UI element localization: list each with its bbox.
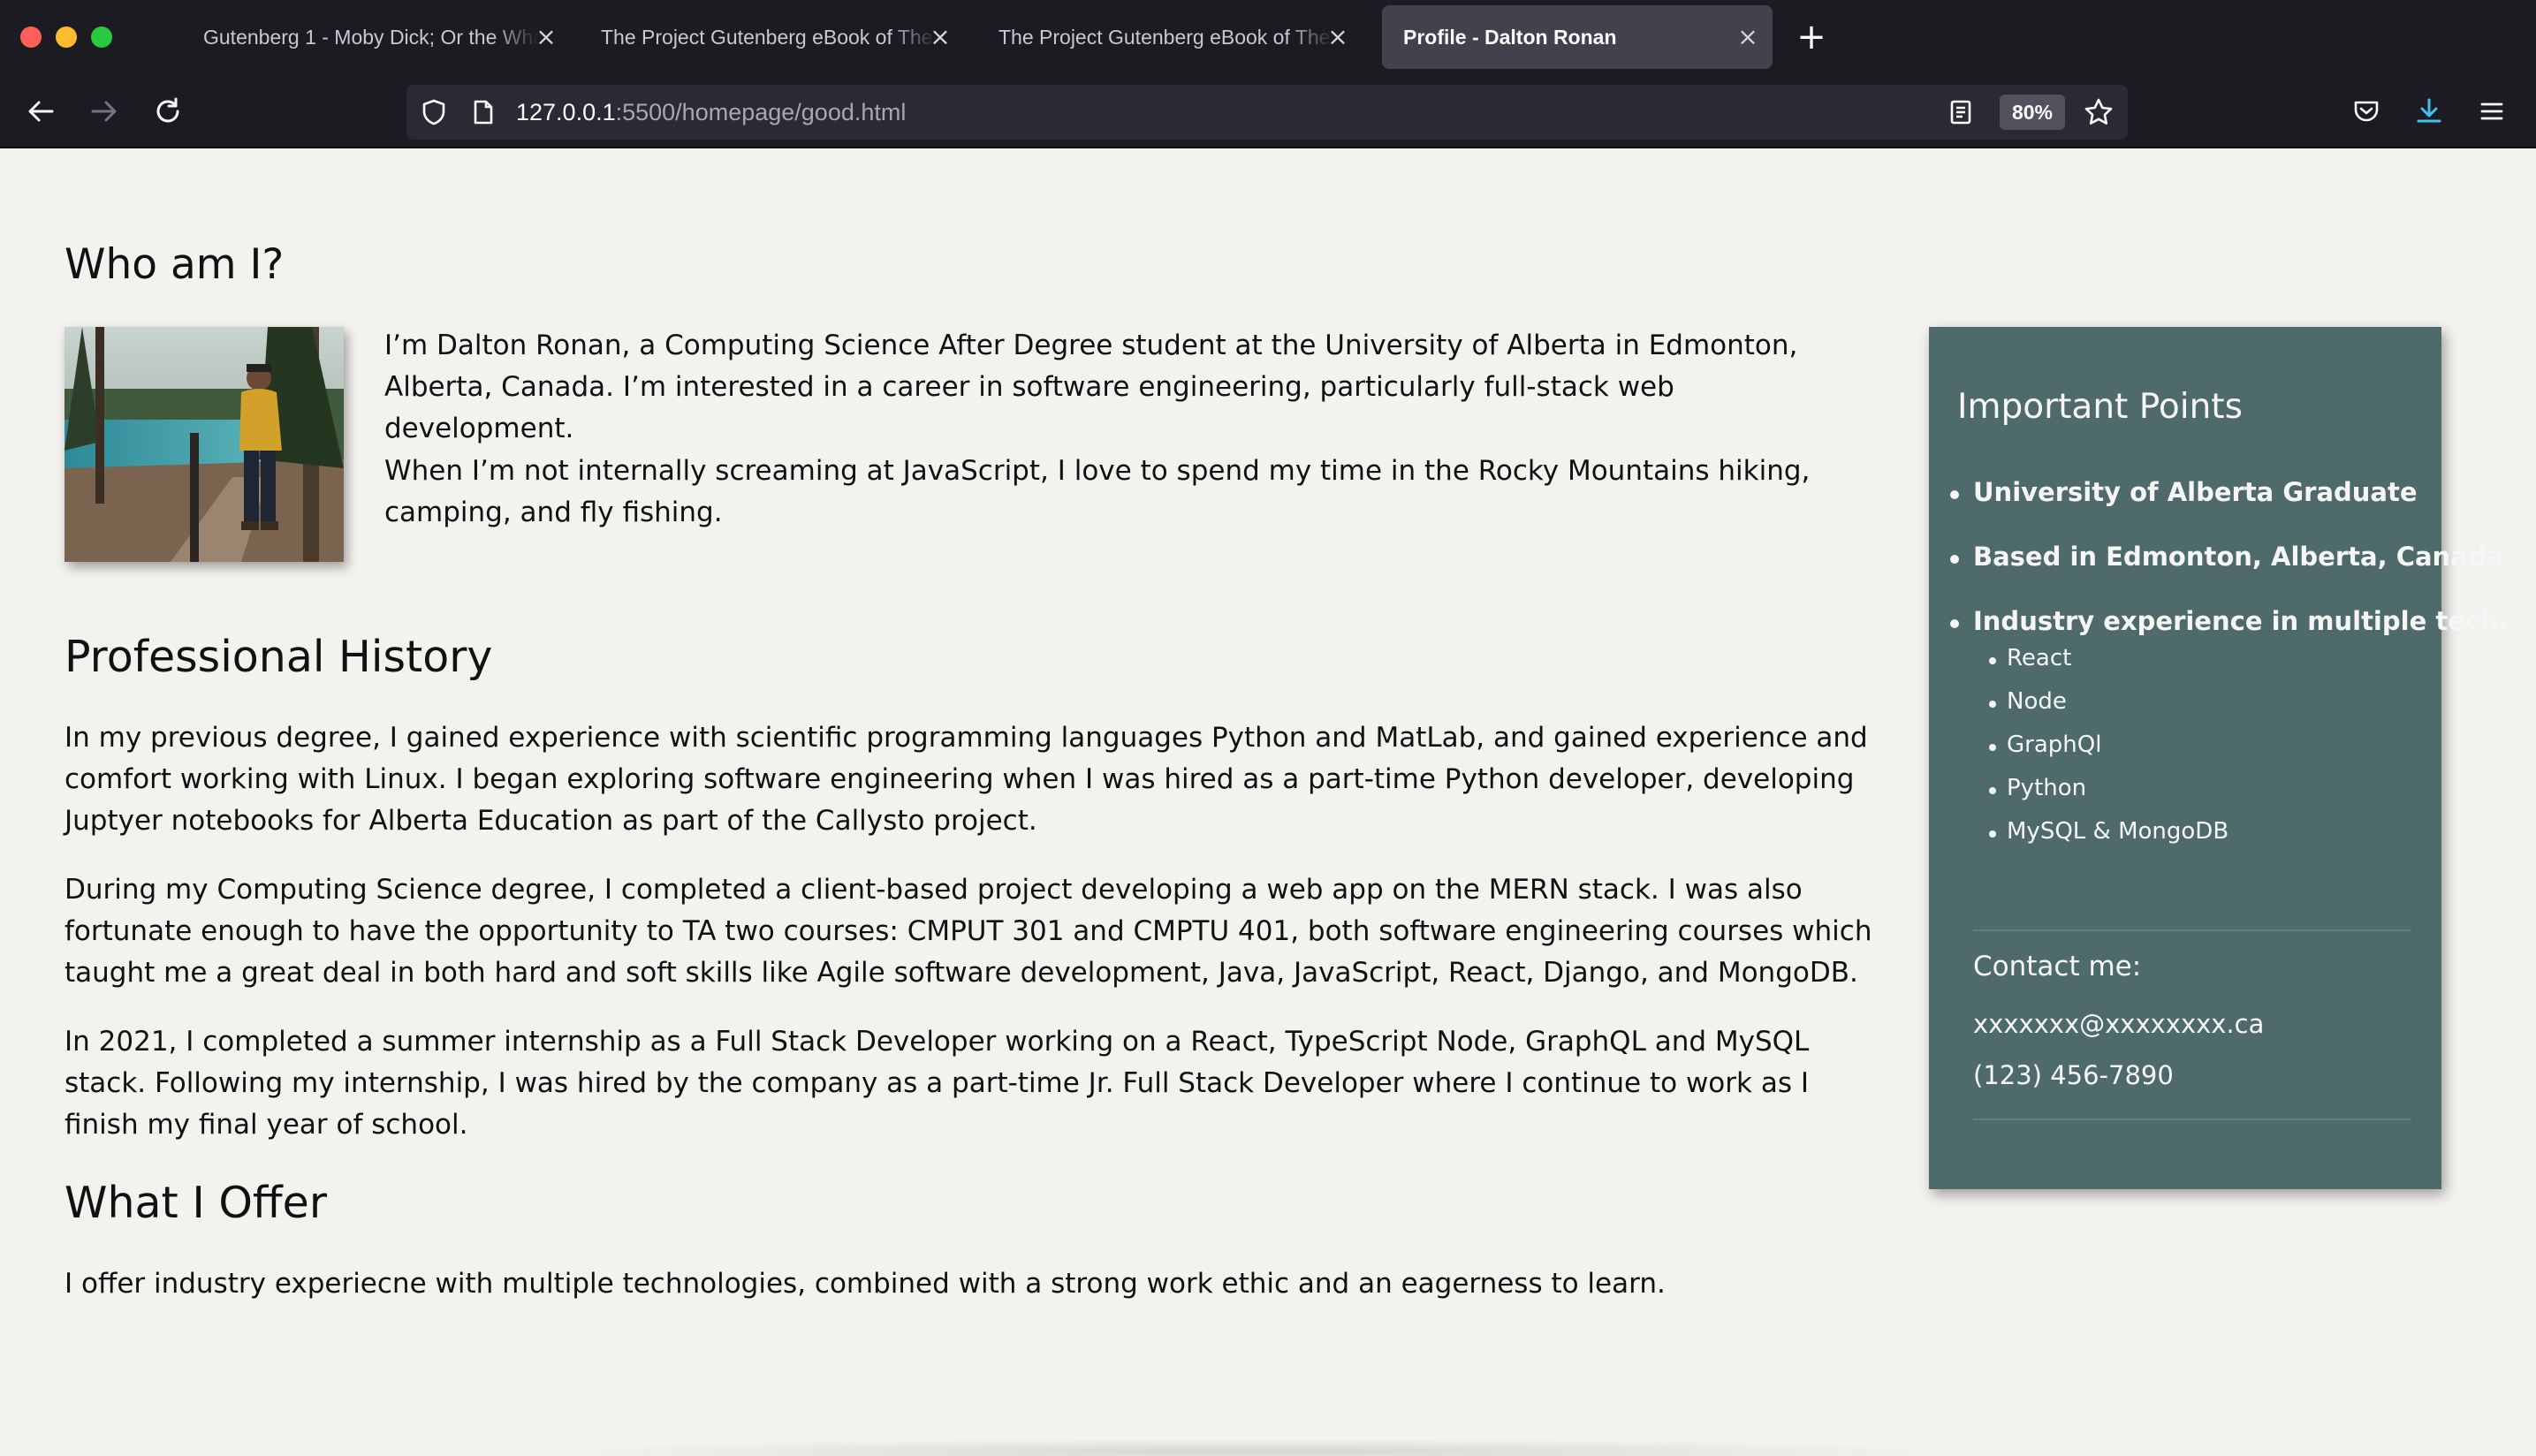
tab-title: The Project Gutenberg eBook of The xyxy=(601,25,933,49)
list-item: University of Alberta Graduate xyxy=(1950,477,2418,507)
history-paragraph-1: In my previous degree, I gained experien… xyxy=(65,722,1868,837)
intro-paragraph-2: When I’m not internally screaming at Jav… xyxy=(384,455,1811,528)
url-host: 127.0.0.1 xyxy=(516,99,616,125)
tab-title: Gutenberg 1 - Moby Dick; Or the Whale xyxy=(203,25,539,49)
tech-label: MySQL & MongoDB xyxy=(2007,818,2229,845)
close-icon[interactable]: × xyxy=(928,25,953,49)
list-item-label: University of Alberta Graduate xyxy=(1973,477,2418,507)
new-tab-button[interactable]: + xyxy=(1794,18,1829,57)
browser-chrome: Gutenberg 1 - Moby Dick; Or the Whale × … xyxy=(0,0,2536,148)
tech-list-item: MySQL & MongoDB xyxy=(1989,818,2228,845)
footer-shadow xyxy=(548,1438,1962,1456)
contact-email[interactable]: xxxxxxx@xxxxxxxx.ca xyxy=(1973,1009,2264,1039)
tab-gutenberg-ebook-2[interactable]: The Project Gutenberg eBook of The × xyxy=(977,5,1363,69)
menu-icon[interactable] xyxy=(2472,92,2511,131)
minimize-window-button[interactable] xyxy=(56,27,77,48)
list-item-label: Industry experience in multiple tech. xyxy=(1973,606,2509,636)
sidebar-divider xyxy=(1973,929,2411,931)
important-points-sidebar: Important Points University of Alberta G… xyxy=(1929,327,2509,1189)
tech-list-item: Node xyxy=(1989,688,2067,715)
sidebar-divider xyxy=(1973,1119,2411,1120)
offer-paragraph: I offer industry experiecne with multipl… xyxy=(65,1268,1666,1300)
sidebar-title: Important Points xyxy=(1957,387,2243,427)
tab-gutenberg-ebook-1[interactable]: The Project Gutenberg eBook of The × xyxy=(580,5,965,69)
url-bar[interactable]: 127.0.0.1:5500/homepage/good.html 80% xyxy=(406,85,2128,140)
history-paragraph-2: During my Computing Science degree, I co… xyxy=(65,874,1872,989)
download-icon[interactable] xyxy=(2410,92,2449,131)
forward-icon[interactable] xyxy=(85,92,124,131)
history-paragraph-3: In 2021, I completed a summer internship… xyxy=(65,1026,1810,1141)
tech-list-item: GraphQl xyxy=(1989,732,2101,758)
list-item: Based in Edmonton, Alberta, Canada xyxy=(1949,542,2504,572)
shield-icon[interactable] xyxy=(419,97,449,127)
profile-photo xyxy=(65,327,344,562)
tab-title: The Project Gutenberg eBook of The xyxy=(998,25,1331,49)
tech-list-item: Python xyxy=(1989,775,2086,801)
contact-title: Contact me: xyxy=(1973,951,2142,982)
tech-label: React xyxy=(2007,645,2072,671)
what-i-offer-heading: What I Offer xyxy=(65,1178,327,1228)
maximize-window-button[interactable] xyxy=(91,27,112,48)
zoom-level-badge[interactable]: 80% xyxy=(2000,95,2065,130)
tech-label: Python xyxy=(2007,775,2087,801)
contact-phone: (123) 456-7890 xyxy=(1973,1060,2174,1090)
page-icon xyxy=(468,97,498,127)
tab-profile[interactable]: Profile - Dalton Ronan × xyxy=(1382,5,1773,69)
intro-paragraph-1: I’m Dalton Ronan, a Computing Science Af… xyxy=(384,330,1798,444)
close-icon[interactable]: × xyxy=(1325,25,1350,49)
close-window-button[interactable] xyxy=(20,27,42,48)
reader-view-icon[interactable] xyxy=(1946,97,1976,127)
page-content: Who am I? I’m Dalton Ronan, a Computing … xyxy=(0,148,2536,1456)
close-icon[interactable]: × xyxy=(1735,25,1760,49)
url-text[interactable]: 127.0.0.1:5500/homepage/good.html xyxy=(516,99,906,126)
bookmark-star-icon[interactable] xyxy=(2084,97,2114,127)
back-icon[interactable] xyxy=(21,92,60,131)
tech-list-item: React xyxy=(1989,645,2071,671)
tab-title: Profile - Dalton Ronan xyxy=(1403,25,1617,49)
tech-label: GraphQl xyxy=(2007,732,2102,758)
close-icon[interactable]: × xyxy=(534,25,558,49)
reload-icon[interactable] xyxy=(148,92,187,131)
who-am-i-heading: Who am I? xyxy=(65,240,285,289)
pocket-icon[interactable] xyxy=(2347,92,2386,131)
professional-history-heading: Professional History xyxy=(65,632,493,682)
tab-moby-dick[interactable]: Gutenberg 1 - Moby Dick; Or the Whale × xyxy=(182,5,571,69)
tab-bar: Gutenberg 1 - Moby Dick; Or the Whale × … xyxy=(0,0,2536,74)
url-path: :5500/homepage/good.html xyxy=(615,99,907,125)
list-item-label: Based in Edmonton, Alberta, Canada xyxy=(1973,542,2504,572)
list-item: Industry experience in multiple tech. xyxy=(1950,606,2509,636)
tech-label: Node xyxy=(2007,688,2067,715)
